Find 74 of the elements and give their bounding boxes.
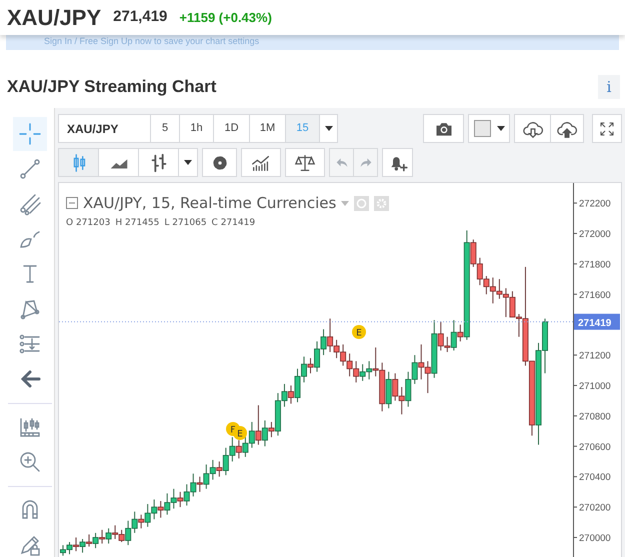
price-change: +1159 (+0.43%) — [179, 8, 272, 27]
candlestick — [450, 320, 457, 352]
candlestick — [177, 491, 184, 508]
candlestick — [138, 514, 144, 529]
screenshot-button[interactable] — [423, 114, 464, 143]
save-chart-button[interactable] — [550, 114, 584, 143]
compare-button[interactable] — [285, 148, 325, 177]
color-picker-button[interactable] — [468, 114, 510, 143]
price-tick: 270000 — [579, 532, 611, 544]
price-tick: 271200 — [579, 350, 611, 362]
interval-button[interactable]: 1M — [249, 114, 286, 143]
caret-icon — [496, 126, 504, 131]
load-chart-button[interactable] — [514, 114, 551, 143]
measure-icon — [18, 332, 42, 356]
symbol-title: XAU/JPY — [7, 4, 102, 32]
fullscreen-icon — [598, 120, 616, 138]
candlestick — [106, 528, 112, 544]
fullscreen-button[interactable] — [592, 114, 622, 143]
price-tick: 271600 — [579, 290, 611, 301]
color-swatch-icon — [474, 120, 490, 137]
price-tick: 270400 — [579, 472, 611, 484]
caret-icon — [184, 160, 192, 165]
price-tick: 270600 — [579, 442, 611, 453]
section-title: XAU/JPY Streaming Chart — [7, 76, 216, 98]
drawing-tool-button[interactable] — [12, 117, 46, 151]
interval-button[interactable]: 1D — [213, 114, 250, 143]
interval-button[interactable]: 5 — [150, 114, 180, 143]
ohlc-value: O 271203 — [66, 216, 110, 230]
crosshair-icon — [18, 122, 42, 146]
candlestick — [236, 440, 242, 459]
chart-type-menu-button[interactable] — [178, 148, 198, 177]
trend-line-icon — [18, 157, 42, 181]
price-value: 271,419 — [113, 7, 168, 28]
info-button[interactable]: i — [598, 75, 620, 99]
ohlc-value: H 271455 — [115, 216, 160, 230]
ohlc-value: L 271065 — [164, 216, 207, 230]
interval-menu-button[interactable] — [319, 114, 338, 143]
chart-type-button[interactable] — [98, 148, 139, 177]
price-tick: 272200 — [579, 198, 611, 210]
candlestick — [99, 529, 106, 544]
collapse-icon[interactable] — [66, 197, 78, 210]
event-marker[interactable]: E — [352, 325, 366, 339]
candlestick — [262, 420, 268, 447]
candlestick — [158, 500, 164, 518]
candlestick — [216, 460, 222, 478]
price-tick: 272000 — [579, 228, 611, 240]
series-title: XAU/JPY, 15, Real-time Currencies — [83, 193, 336, 214]
caret-icon — [324, 126, 332, 131]
last-price-label: 271419 — [574, 314, 620, 330]
candlestick — [308, 358, 314, 374]
chart-type-button[interactable] — [138, 148, 179, 177]
settings-button[interactable] — [202, 148, 237, 177]
pitchfork-icon — [18, 192, 42, 216]
candlestick — [255, 404, 262, 446]
zoom-in-icon — [18, 450, 42, 474]
price-tick: 270200 — [579, 502, 611, 514]
sign-up-banner: Sign In / Free Sign Up now to save your chart settings — [6, 35, 619, 50]
candlestick — [268, 421, 274, 438]
add-alert-button[interactable] — [382, 148, 413, 177]
price-tick: 271800 — [579, 259, 611, 270]
candlestick — [80, 538, 86, 554]
candlestick — [288, 384, 294, 404]
candlestick — [457, 324, 464, 342]
indicators-button[interactable] — [241, 148, 281, 177]
candlestick — [73, 536, 80, 552]
price-tick: 271000 — [579, 380, 611, 392]
candlestick — [196, 476, 203, 492]
interval-button[interactable]: 1h — [179, 114, 214, 143]
price-tick: 270800 — [579, 411, 611, 422]
candlestick — [92, 532, 99, 549]
caret-icon[interactable] — [341, 200, 350, 206]
symbol-field[interactable]: XAU/JPY — [58, 114, 151, 143]
ohlc-value: C 271419 — [212, 216, 256, 230]
candlestick — [86, 534, 92, 548]
